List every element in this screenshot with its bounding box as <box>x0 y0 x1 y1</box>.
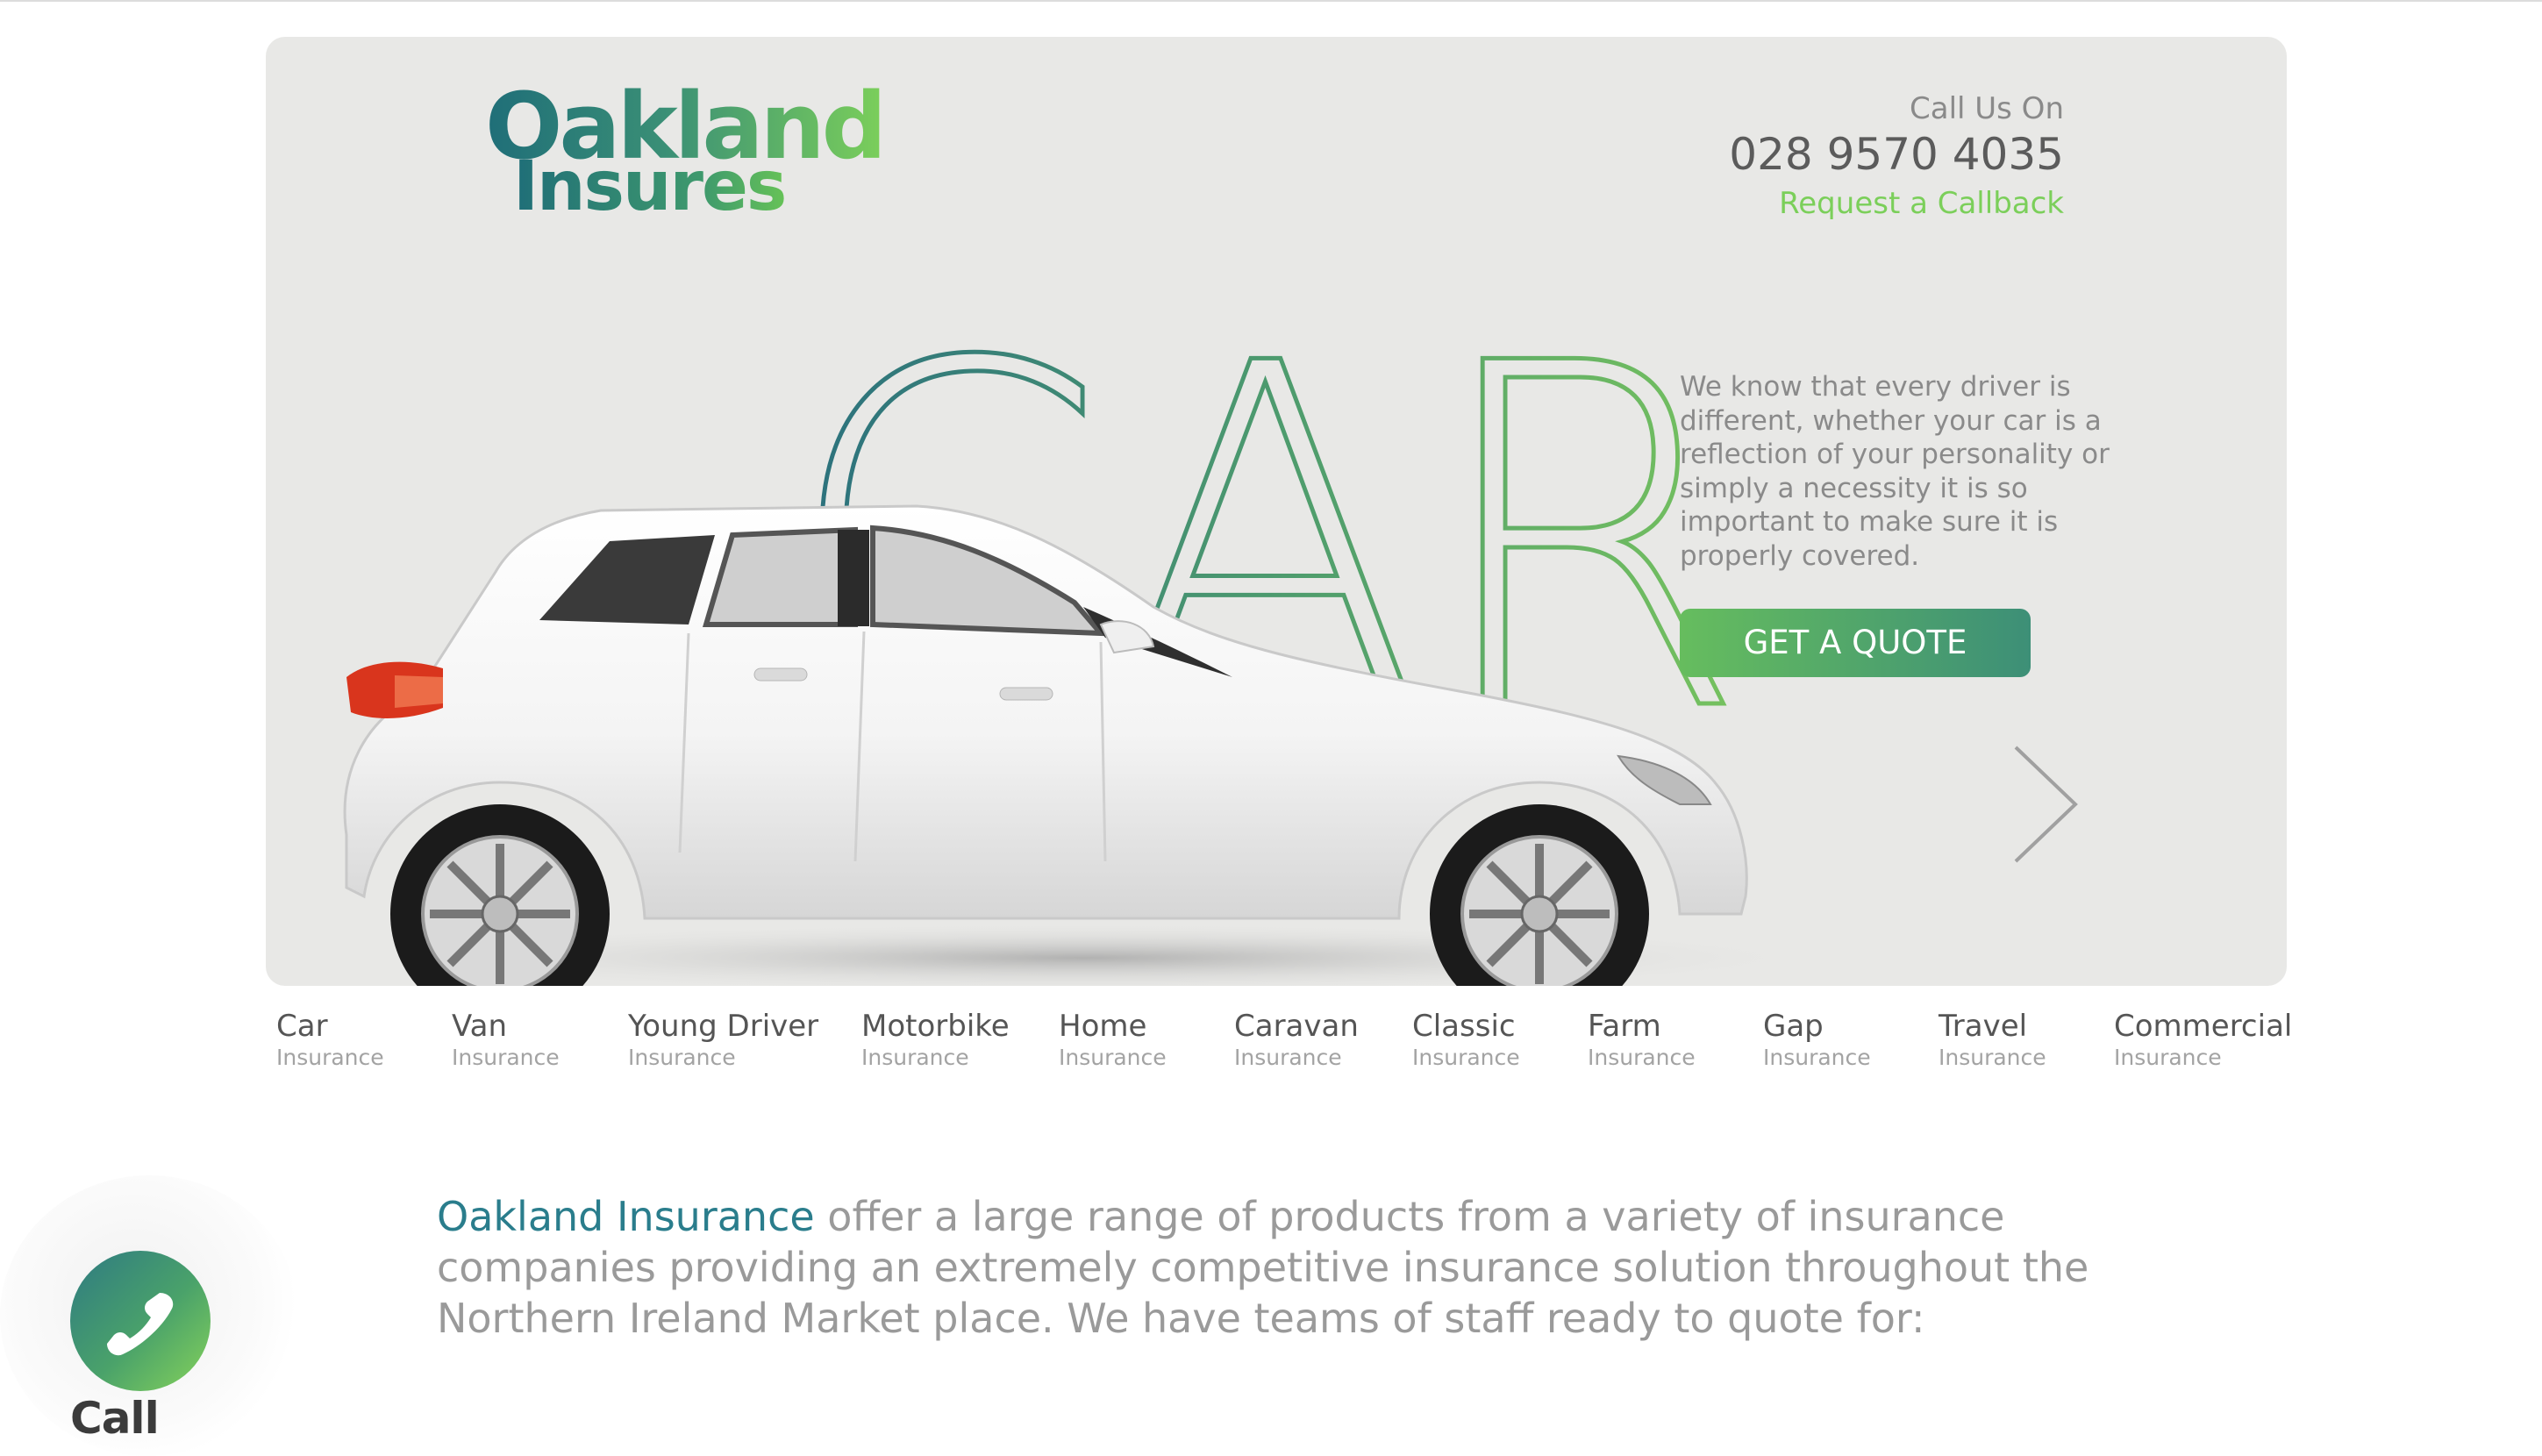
product-title: Farm <box>1588 1009 1661 1044</box>
product-title: Motorbike <box>861 1009 1010 1044</box>
product-van[interactable]: Van Insurance <box>452 1007 560 1070</box>
car-image <box>329 504 1838 986</box>
product-subtitle: Insurance <box>628 1045 736 1070</box>
product-subtitle: Insurance <box>1763 1045 1871 1070</box>
product-farm[interactable]: Farm Insurance <box>1588 1007 1696 1070</box>
product-title: Gap <box>1763 1009 1824 1044</box>
product-subtitle: Insurance <box>861 1045 969 1070</box>
call-label: Call <box>70 1393 160 1444</box>
product-subtitle: Insurance <box>276 1045 384 1070</box>
product-travel[interactable]: Travel Insurance <box>1939 1007 2046 1070</box>
phone-number[interactable]: 028 9570 4035 <box>1729 127 2064 182</box>
product-subtitle: Insurance <box>1059 1045 1167 1070</box>
chevron-right-icon[interactable] <box>2007 739 2086 870</box>
brand-logo[interactable]: Oakland Insures <box>485 81 887 247</box>
request-callback-link[interactable]: Request a Callback <box>1729 182 2064 226</box>
product-title: Van <box>452 1009 508 1044</box>
product-young-driver[interactable]: Young Driver Insurance <box>628 1007 818 1070</box>
call-us-label: Call Us On <box>1910 91 2064 126</box>
product-subtitle: Insurance <box>1234 1045 1342 1070</box>
product-motorbike[interactable]: Motorbike Insurance <box>861 1007 1010 1070</box>
product-subtitle: Insurance <box>1412 1045 1520 1070</box>
product-subtitle: Insurance <box>1588 1045 1696 1070</box>
product-title: Home <box>1059 1009 1147 1044</box>
call-button[interactable] <box>70 1251 211 1391</box>
product-title: Travel <box>1939 1009 2028 1044</box>
product-home[interactable]: Home Insurance <box>1059 1007 1167 1070</box>
product-subtitle: Insurance <box>452 1045 560 1070</box>
logo-line-2: Insures <box>513 147 787 226</box>
get-quote-button[interactable]: GET A QUOTE <box>1680 609 2031 677</box>
hero-description: We know that every driver is different, … <box>1680 371 2110 572</box>
product-classic[interactable]: Classic Insurance <box>1412 1007 1520 1070</box>
hero-banner: Oakland Insures Call Us On 028 9570 4035… <box>266 37 2287 986</box>
product-gap[interactable]: Gap Insurance <box>1763 1007 1871 1070</box>
product-title: Commercial <box>2114 1009 2293 1044</box>
product-nav: Car Insurance Van Insurance Young Driver… <box>276 1007 2294 1077</box>
product-title: Young Driver <box>628 1009 819 1044</box>
product-commercial[interactable]: Commercial Insurance <box>2114 1007 2292 1070</box>
intro-brand-name: Oakland Insurance <box>437 1193 815 1240</box>
contact-block: Call Us On 028 9570 4035 Request a Callb… <box>1729 91 2064 226</box>
product-subtitle: Insurance <box>1939 1045 2046 1070</box>
phone-icon <box>107 1293 174 1356</box>
product-car[interactable]: Car Insurance <box>276 1007 384 1070</box>
top-divider <box>0 0 2542 2</box>
product-title: Classic <box>1412 1009 1516 1044</box>
product-title: Car <box>276 1009 328 1044</box>
intro-paragraph: Oakland Insurance offer a large range of… <box>437 1191 2103 1344</box>
product-subtitle: Insurance <box>2114 1045 2222 1070</box>
product-caravan[interactable]: Caravan Insurance <box>1234 1007 1359 1070</box>
product-title: Caravan <box>1234 1009 1359 1044</box>
